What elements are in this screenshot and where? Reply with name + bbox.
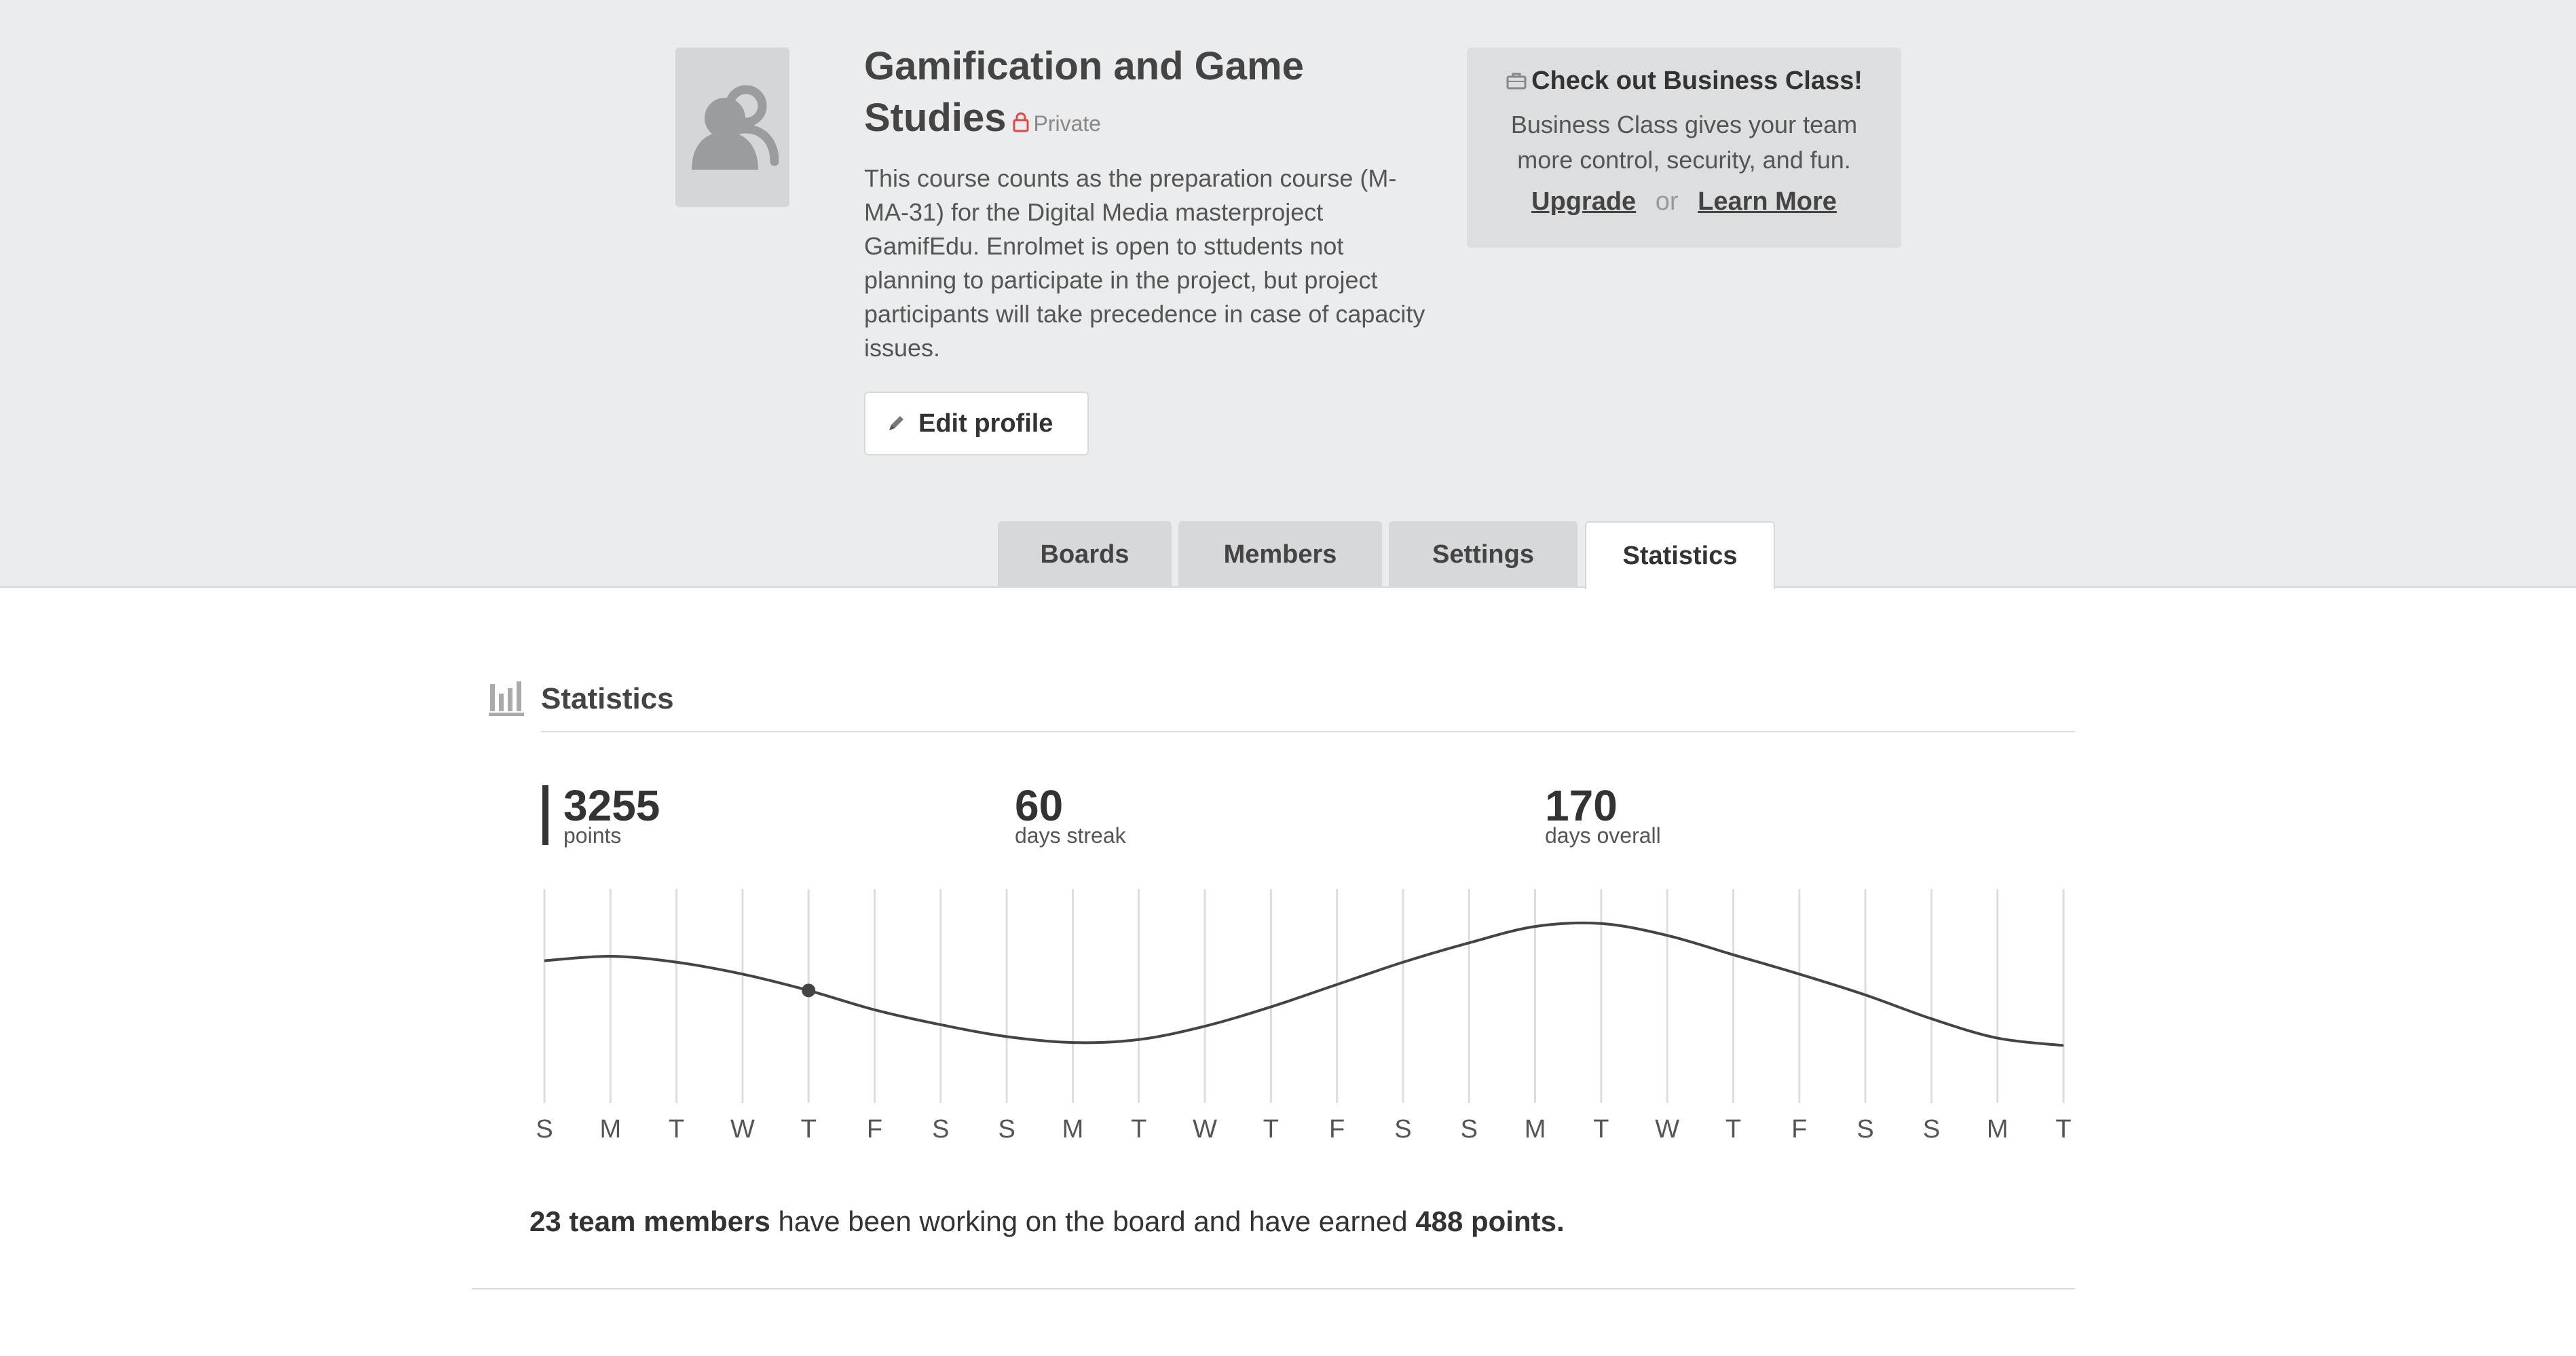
x-tick-label: S	[998, 1115, 1015, 1144]
summary-members: 23 team members	[529, 1205, 770, 1237]
x-tick-label: M	[1987, 1115, 2009, 1144]
x-tick-label: W	[730, 1115, 755, 1144]
x-tick-label: M	[1062, 1115, 1084, 1144]
x-tick-label: T	[1131, 1115, 1146, 1144]
x-tick-label: T	[1263, 1115, 1279, 1144]
summary-points: 488 points.	[1415, 1205, 1565, 1237]
tab-statistics[interactable]: Statistics	[1585, 521, 1775, 589]
x-tick-label: W	[1655, 1115, 1679, 1144]
x-tick-label: S	[536, 1115, 553, 1144]
summary-text: have been working on the board and have …	[770, 1205, 1416, 1237]
x-tick-label: S	[1394, 1115, 1411, 1144]
x-tick-label: T	[801, 1115, 817, 1144]
x-tick-label: T	[669, 1115, 684, 1144]
statistics-summary: 23 team members have been working on the…	[529, 1201, 1565, 1242]
x-tick-label: T	[1593, 1115, 1609, 1144]
x-tick-label: W	[1193, 1115, 1217, 1144]
x-tick-label: T	[2055, 1115, 2071, 1144]
activity-line	[544, 921, 2064, 1047]
activity-chart: SMTWTFSSMTWTFSSMTWTFSSMT	[536, 889, 2072, 1144]
x-tick-label: M	[599, 1115, 621, 1144]
x-tick-label: F	[1329, 1115, 1345, 1144]
divider	[472, 1288, 2075, 1289]
x-tick-label: F	[1791, 1115, 1807, 1144]
x-tick-label: M	[1525, 1115, 1546, 1144]
x-tick-label: F	[867, 1115, 882, 1144]
x-tick-label: S	[1923, 1115, 1940, 1144]
x-tick-label: S	[1856, 1115, 1873, 1144]
x-tick-label: S	[1461, 1115, 1478, 1144]
x-tick-label: S	[932, 1115, 949, 1144]
x-tick-label: T	[1725, 1115, 1741, 1144]
highlighted-point[interactable]	[802, 983, 816, 998]
